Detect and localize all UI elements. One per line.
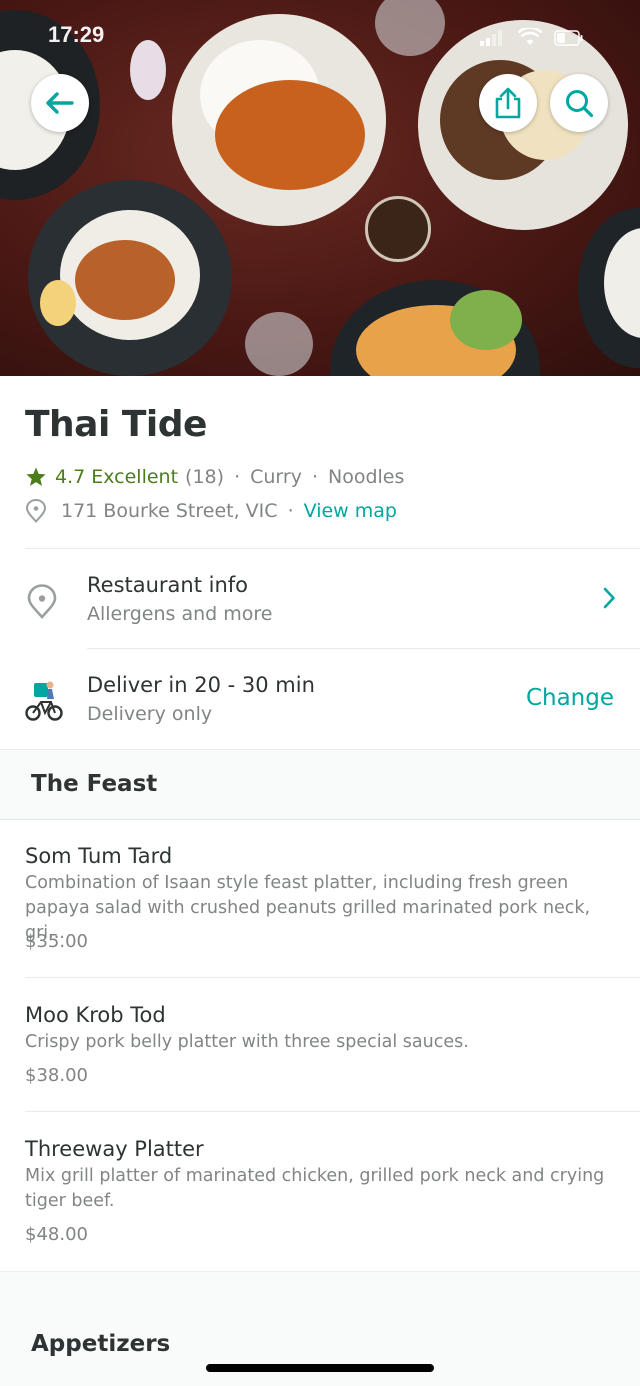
- delivery-rider-icon: [25, 681, 63, 721]
- share-icon: [495, 87, 521, 119]
- cuisine-tag: Noodles: [328, 466, 405, 488]
- search-icon: [566, 90, 594, 118]
- section-header: The Feast: [0, 749, 640, 820]
- home-indicator[interactable]: [206, 1364, 434, 1372]
- menu-item-description: Mix grill platter of marinated chicken, …: [25, 1166, 605, 1211]
- egg-image: [40, 280, 76, 326]
- menu-item-name: Threeway Platter: [25, 1137, 204, 1161]
- menu-item[interactable]: Threeway Platter Mix grill platter of ma…: [0, 1112, 640, 1270]
- dot-separator: ·: [311, 466, 318, 488]
- status-time: 17:29: [48, 22, 105, 47]
- menu-item-price: $35.00: [25, 931, 88, 952]
- rating-row: 4.7 Excellent (18) · Curry · Noodles: [25, 463, 404, 491]
- hero-food-image: 17:29: [0, 0, 640, 376]
- rating-value: 4.7 Excellent: [55, 466, 179, 488]
- battery-icon: [554, 30, 583, 46]
- restaurant-name: Thai Tide: [25, 404, 207, 445]
- curry-image: [215, 80, 365, 190]
- share-button[interactable]: [479, 74, 537, 132]
- menu-item-name: Moo Krob Tod: [25, 1003, 166, 1027]
- arrow-left-icon: [46, 92, 74, 114]
- cuisine-tag: Curry: [250, 466, 302, 488]
- restaurant-info-title: Restaurant info: [87, 573, 249, 597]
- section-title: The Feast: [31, 771, 158, 797]
- menu-item-price: $38.00: [25, 1065, 88, 1086]
- address-row: 171 Bourke Street, VIC · View map: [25, 497, 397, 525]
- status-icons: [480, 28, 584, 46]
- view-map-link[interactable]: View map: [304, 500, 397, 522]
- location-pin-icon: [25, 499, 47, 523]
- dot-separator: ·: [287, 500, 294, 522]
- menu-item-description: Combination of Isaan style feast platter…: [25, 873, 591, 943]
- sauce-bowl-image: [365, 196, 431, 262]
- restaurant-info-subtitle: Allergens and more: [87, 603, 273, 625]
- menu-item[interactable]: Moo Krob Tod Crispy pork belly platter w…: [0, 978, 640, 1111]
- restaurant-info-row[interactable]: Restaurant info Allergens and more: [0, 549, 640, 649]
- back-button[interactable]: [31, 74, 89, 132]
- rating-count: (18): [185, 466, 225, 488]
- glass-image: [245, 312, 313, 376]
- delivery-mode: Delivery only: [87, 703, 213, 725]
- change-delivery-button[interactable]: Change: [526, 685, 614, 711]
- status-bar: 17:29: [0, 0, 640, 70]
- location-pin-icon: [27, 584, 57, 619]
- menu-item-description: Crispy pork belly platter with three spe…: [25, 1032, 469, 1052]
- pork-image: [75, 240, 175, 320]
- cucumber-image: [450, 290, 522, 350]
- delivery-time: Deliver in 20 - 30 min: [87, 673, 315, 697]
- restaurant-address: 171 Bourke Street, VIC: [61, 500, 278, 522]
- menu-item[interactable]: Som Tum Tard Combination of Isaan style …: [0, 819, 640, 977]
- star-icon: [26, 467, 46, 486]
- chevron-right-icon: [603, 587, 615, 609]
- delivery-row: Deliver in 20 - 30 min Delivery only Cha…: [0, 649, 640, 749]
- dot-separator: ·: [234, 466, 241, 488]
- menu-item-price: $48.00: [25, 1224, 88, 1245]
- menu-item-name: Som Tum Tard: [25, 844, 173, 868]
- section-title: Appetizers: [31, 1331, 171, 1357]
- wifi-icon: [518, 28, 542, 45]
- signal-icon: [480, 30, 502, 46]
- search-button[interactable]: [550, 74, 608, 132]
